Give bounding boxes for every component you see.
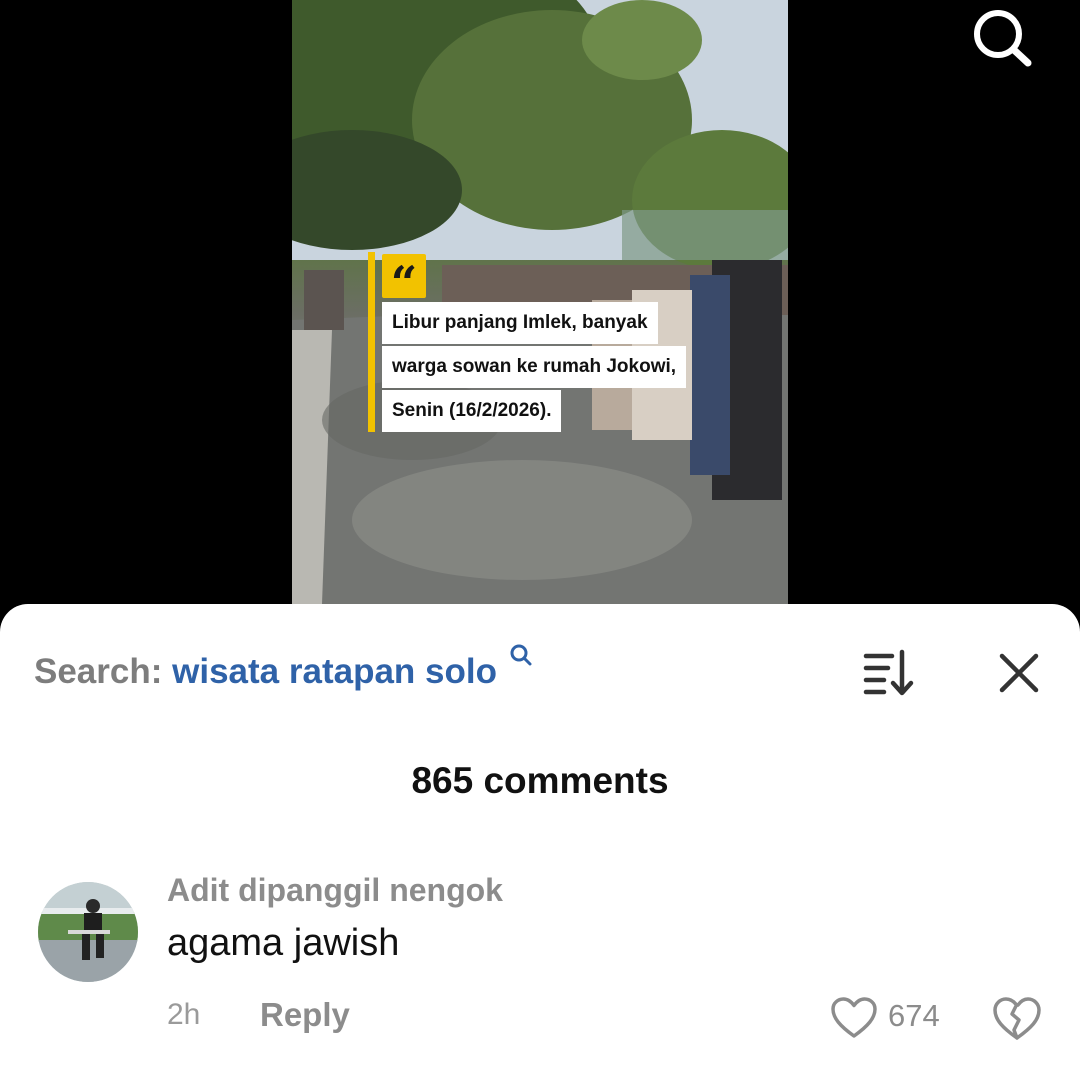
comment-search-suggestion[interactable]: Search: wisata ratapan solo [34,644,532,692]
magnifier-icon [510,644,532,666]
comments-sheet: Search: wisata ratapan solo 865 comments [0,604,1080,1065]
like-button[interactable] [830,996,878,1040]
dislike-button[interactable] [992,996,1042,1042]
caption-line-2: warga sowan ke rumah Jokowi, [382,346,687,388]
heart-icon [831,997,877,1038]
comment-time: 2h [167,998,201,1031]
video-area[interactable]: “ Libur panjang Imlek, banyak warga sowa… [0,0,1080,604]
search-query-link[interactable]: wisata ratapan solo [172,652,497,691]
caption-accent-bar [368,252,375,432]
quote-icon: “ [382,254,426,310]
comment-item: Adit dipanggil nengok agama jawish 2h Re… [0,868,1080,1058]
sort-icon [863,649,914,696]
search-icon [974,10,1032,67]
comment-author[interactable]: Adit dipanggil nengok [167,872,503,909]
avatar-image [38,882,138,982]
caption-line-3: Senin (16/2/2026). [382,390,562,432]
close-button[interactable] [994,648,1044,698]
search-button[interactable] [966,6,1036,68]
avatar[interactable] [38,882,138,982]
sort-button[interactable] [862,648,918,698]
comment-text: agama jawish [167,922,400,964]
video-frame[interactable]: “ Libur panjang Imlek, banyak warga sowa… [292,0,788,604]
broken-heart-icon [993,997,1041,1040]
comment-count: 865 comments [411,760,669,801]
search-label: Search: [34,652,163,691]
like-count: 674 [888,998,940,1033]
close-icon [999,653,1039,693]
reply-button[interactable]: Reply [260,996,350,1034]
caption-line-1: Libur panjang Imlek, banyak [382,302,658,344]
